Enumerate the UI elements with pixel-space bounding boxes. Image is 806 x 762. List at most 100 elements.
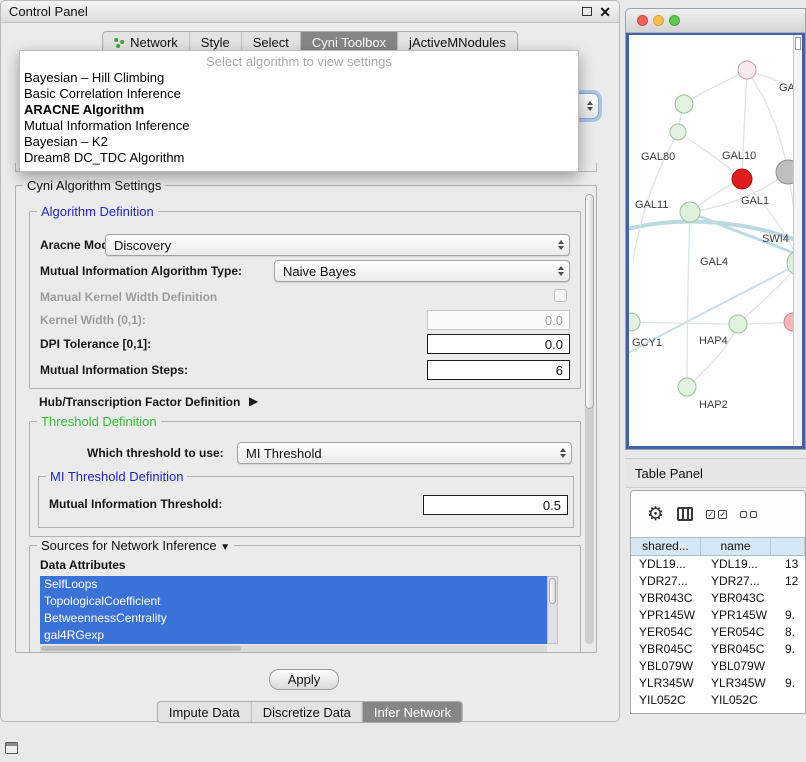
tab-label: Style [201, 35, 230, 50]
table-row[interactable]: YBL079WYBL079W [631, 658, 805, 675]
attribute-item-gal4rgexp[interactable]: gal4RGexp [40, 627, 547, 644]
mi-steps-field[interactable]: 6 [427, 360, 570, 380]
table-row[interactable]: YER054CYER054C8. [631, 624, 805, 641]
network-node[interactable] [738, 61, 756, 79]
table-panel-titlebar[interactable]: Table Panel [625, 458, 806, 488]
dropdown-item-bayesian-hill-climbing[interactable]: Bayesian – Hill Climbing [20, 70, 578, 86]
network-node[interactable] [729, 315, 747, 333]
network-node[interactable] [678, 378, 696, 396]
tab-select[interactable]: Select [241, 32, 300, 52]
attributes-hscroll-thumb[interactable] [41, 646, 241, 651]
network-node[interactable] [732, 169, 752, 189]
deselect-all-checks-icon[interactable] [740, 511, 757, 518]
sources-section-title[interactable]: Sources for Network Inference ▼ [37, 538, 234, 553]
column-header-name[interactable]: name [701, 538, 771, 555]
which-threshold-label: Which threshold to use: [87, 446, 224, 460]
data-attributes-list[interactable]: SelfLoopsTopologicalCoefficientBetweenne… [40, 576, 547, 644]
aracne-mode-combo[interactable]: Discovery [105, 234, 570, 256]
dropdown-item-bayesian-k2[interactable]: Bayesian – K2 [20, 134, 578, 150]
attribute-item-betweennesscentrality[interactable]: BetweennessCentrality [40, 610, 547, 627]
float-window-icon[interactable] [582, 7, 592, 16]
table-cell: YBL079W [701, 658, 771, 675]
table-cell: YBL079W [631, 658, 701, 675]
combo-arrows-icon [560, 443, 566, 463]
table-cell: YDL19... [701, 556, 771, 573]
network-node[interactable] [680, 202, 700, 222]
dropdown-item-dream8-dc-tdc-algorithm[interactable]: Dream8 DC_TDC Algorithm [20, 150, 578, 166]
table-row[interactable]: YBR045CYBR045C9. [631, 641, 805, 658]
network-node-label: GAL80 [641, 151, 675, 163]
table-cell: 13 [771, 556, 805, 573]
columns-icon[interactable] [677, 507, 693, 521]
network-scrollbar-thumb[interactable] [795, 37, 801, 50]
network-scrollbar[interactable] [793, 35, 802, 446]
sources-section-label: Sources for Network Inference [41, 538, 217, 553]
network-node[interactable] [670, 124, 686, 140]
attributes-vertical-scrollbar[interactable] [547, 576, 558, 644]
dropdown-item-basic-correlation-inference[interactable]: Basic Correlation Inference [20, 86, 578, 102]
table-row[interactable]: YIL052CYIL052C [631, 692, 805, 709]
which-threshold-combo[interactable]: MI Threshold [237, 442, 572, 464]
network-node-label: GCY1 [632, 337, 662, 349]
control-panel-title: Control Panel [9, 4, 88, 19]
zoom-traffic-light-icon[interactable] [669, 15, 680, 26]
network-window-titlebar[interactable] [626, 9, 805, 33]
network-node[interactable] [629, 313, 640, 331]
bottom-tab-impute-data[interactable]: Impute Data [158, 702, 251, 722]
manual-kernel-width-checkbox[interactable] [554, 289, 567, 302]
dpi-tolerance-field[interactable]: 0.0 [427, 334, 570, 354]
bottom-tab-infer-network[interactable]: Infer Network [362, 702, 462, 722]
tab-label: Select [253, 35, 289, 50]
table-cell: YIL052C [631, 692, 701, 709]
select-all-checks-icon[interactable]: ✓✓ [706, 510, 727, 519]
mi-algorithm-type-value: Naive Bayes [283, 264, 356, 279]
expand-triangle-icon[interactable]: ▶ [249, 394, 258, 408]
network-canvas[interactable]: GALGAL80GAL10GAL11GAL1SWI4GAL4GCY1HAP4HA… [626, 33, 805, 449]
table-cell [771, 658, 805, 675]
attributes-vscroll-thumb[interactable] [549, 578, 556, 604]
attribute-item-topologicalcoefficient[interactable]: TopologicalCoefficient [40, 593, 547, 610]
tab-network[interactable]: Network [103, 32, 189, 52]
table-row[interactable]: YDL19...YDL19...13 [631, 556, 805, 573]
column-header-shared[interactable]: shared... [631, 538, 701, 555]
network-node[interactable] [675, 95, 693, 113]
column-header-extra[interactable] [771, 538, 805, 555]
network-icon [114, 37, 125, 48]
attributes-horizontal-scrollbar[interactable] [40, 645, 547, 652]
tab-cyni-toolbox[interactable]: Cyni Toolbox [300, 32, 397, 52]
control-panel-titlebar[interactable]: Control Panel ✕ [1, 1, 619, 23]
table-cell: YDR27... [701, 573, 771, 590]
settings-scrollbar-thumb[interactable] [585, 194, 594, 409]
apply-button[interactable]: Apply [269, 669, 339, 690]
tab-jactivemnodules[interactable]: jActiveMNodules [397, 32, 517, 52]
close-icon[interactable]: ✕ [599, 2, 611, 22]
settings-scrollbar[interactable] [585, 194, 594, 644]
table-row[interactable]: YLR345WYLR345W9. [631, 675, 805, 692]
bottom-tab-discretize-data[interactable]: Discretize Data [251, 702, 362, 722]
table-cell [771, 692, 805, 709]
network-graph[interactable]: GALGAL80GAL10GAL11GAL1SWI4GAL4GCY1HAP4HA… [629, 35, 804, 448]
minimize-traffic-light-icon[interactable] [653, 15, 664, 26]
combo-arrows-icon [558, 261, 564, 281]
tab-label: Infer Network [374, 705, 451, 720]
kernel-width-field[interactable]: 0.0 [427, 310, 570, 330]
table-row[interactable]: YDR27...YDR27...12 [631, 573, 805, 590]
network-edge [687, 324, 738, 387]
close-traffic-light-icon[interactable] [637, 15, 648, 26]
table-cell: YDR27... [631, 573, 701, 590]
mi-threshold-field[interactable]: 0.5 [423, 495, 568, 515]
collapse-triangle-icon[interactable]: ▼ [220, 542, 230, 553]
attribute-item-selfloops[interactable]: SelfLoops [40, 576, 547, 593]
tab-label: Impute Data [169, 705, 240, 720]
mi-algorithm-type-combo[interactable]: Naive Bayes [274, 260, 570, 282]
table-panel-title: Table Panel [635, 466, 703, 481]
table-row[interactable]: YBR043CYBR043C [631, 590, 805, 607]
restore-panel-icon[interactable] [5, 742, 18, 754]
gear-icon[interactable]: ⚙ [647, 505, 664, 524]
table-row[interactable]: YPR145WYPR145W9. [631, 607, 805, 624]
network-node-label: SWI4 [762, 233, 789, 245]
table-cell: YPR145W [631, 607, 701, 624]
dropdown-item-aracne-algorithm[interactable]: ARACNE Algorithm [20, 102, 578, 118]
tab-style[interactable]: Style [189, 32, 241, 52]
dropdown-item-mutual-information-inference[interactable]: Mutual Information Inference [20, 118, 578, 134]
